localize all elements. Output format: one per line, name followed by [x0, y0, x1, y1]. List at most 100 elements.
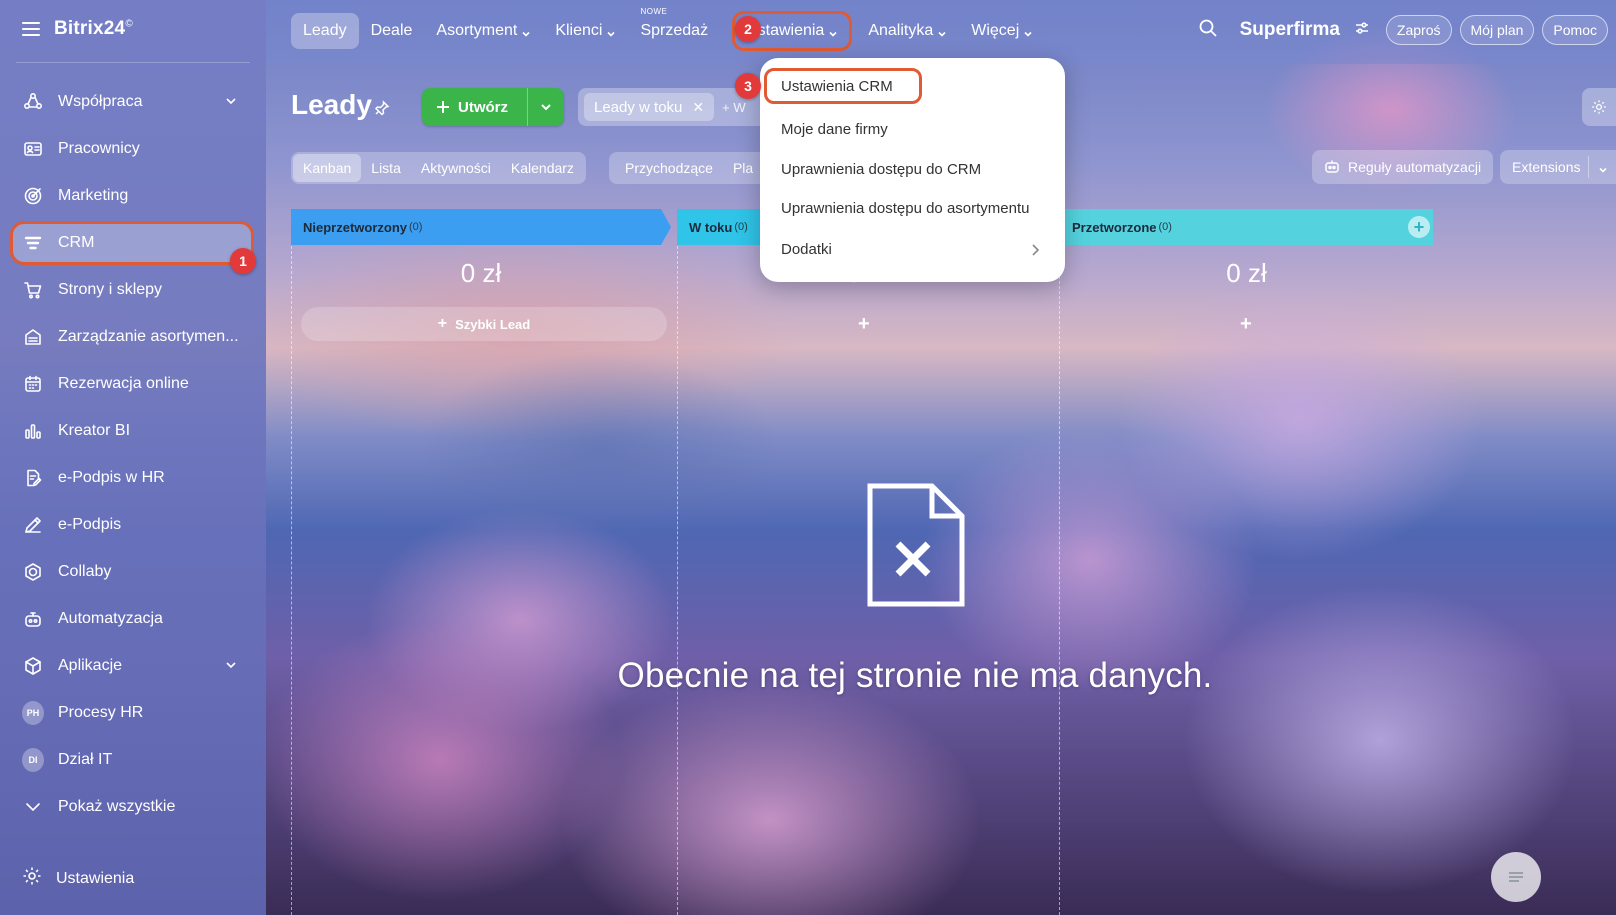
tab-analityka[interactable]: Analityka — [856, 13, 959, 49]
filter-chip[interactable]: Leady w toku ✕ — [584, 93, 715, 121]
empty-state-message: Obecnie na tej stronie nie ma danych. — [617, 656, 1213, 695]
theme-settings-icon[interactable] — [1354, 20, 1370, 41]
tab-leady[interactable]: Leady — [291, 13, 359, 49]
sidebar-item-collaby[interactable]: Collaby — [12, 552, 252, 592]
column-divider — [1059, 246, 1060, 915]
gear-icon — [22, 866, 42, 891]
extensions-button[interactable]: Extensions — [1500, 150, 1616, 184]
help-button[interactable]: Pomoc — [1542, 15, 1608, 45]
create-label: Utwórz — [458, 98, 508, 116]
menu-item-company-details[interactable]: Moje dane firmy — [760, 111, 1065, 147]
sidebar-item-asortyment[interactable]: Zarządzanie asortymen... — [12, 317, 252, 357]
sidebar-item-label: Kreator BI — [58, 422, 131, 439]
sidebar-item-automatyzacja[interactable]: Automatyzacja — [12, 599, 252, 639]
column-divider — [677, 246, 678, 915]
column-header-nieprzetworzony[interactable]: Nieprzetworzony (0) — [291, 209, 671, 245]
menu-icon[interactable] — [22, 22, 40, 36]
tab-sprzedaz[interactable]: NOWE Sprzedaż — [628, 7, 720, 49]
menu-item-crm-permissions[interactable]: Uprawnienia dostępu do CRM — [760, 151, 1065, 187]
new-tag: NOWE — [640, 7, 668, 16]
chevron-down-icon[interactable] — [224, 94, 238, 108]
invite-button[interactable]: Zaproś — [1385, 15, 1452, 45]
gear-icon[interactable] — [1582, 88, 1616, 126]
sidebar-item-pracownicy[interactable]: Pracownicy — [12, 129, 252, 169]
menu-item-addons[interactable]: Dodatki — [760, 231, 1065, 267]
filter-planned[interactable]: Pla — [723, 154, 763, 182]
sidebar-item-wspolpraca[interactable]: Współpraca — [12, 82, 252, 122]
crm-funnel-icon — [22, 232, 44, 254]
sidebar-item-label: Współpraca — [58, 93, 143, 110]
sidebar-item-epodpis[interactable]: e-Podpis — [12, 505, 252, 545]
sidebar-item-label: Aplikacje — [58, 657, 123, 674]
sidebar-item-kreator-bi[interactable]: Kreator BI — [12, 411, 252, 451]
logo[interactable]: Bitrix24© — [54, 18, 133, 40]
plus-icon — [437, 101, 449, 113]
close-icon[interactable]: ✕ — [692, 99, 704, 116]
divider — [16, 62, 250, 63]
menu-item-crm-settings[interactable]: Ustawienia CRM — [764, 68, 922, 104]
sidebar-item-label: Procesy HR — [58, 704, 144, 721]
view-aktywnosci[interactable]: Aktywności — [411, 154, 501, 182]
automation-label: Reguły automatyzacji — [1348, 159, 1482, 175]
document-sign-icon — [22, 467, 44, 489]
tab-wiecej[interactable]: Więcej — [959, 13, 1045, 49]
sidebar-item-aplikacje[interactable]: Aplikacje — [12, 646, 252, 686]
chevron-down-icon — [1023, 26, 1033, 37]
employees-icon — [22, 138, 44, 160]
add-item-button[interactable]: + — [1240, 313, 1252, 336]
quick-lead-button[interactable]: + Szybki Lead — [301, 307, 667, 341]
sidebar-item-strony[interactable]: Strony i sklepy — [12, 270, 252, 310]
view-kanban[interactable]: Kanban — [293, 154, 362, 182]
create-button[interactable]: Utwórz — [422, 88, 564, 126]
robot-icon — [1324, 158, 1340, 177]
chevron-down-icon[interactable] — [1598, 162, 1608, 178]
cube-icon — [22, 655, 44, 677]
search-icon[interactable] — [1198, 18, 1218, 43]
robot-icon — [22, 608, 44, 630]
sidebar-item-epodpis-hr[interactable]: e-Podpis w HR — [12, 458, 252, 498]
add-item-button[interactable]: + — [858, 313, 870, 336]
menu-item-inventory-permissions[interactable]: Uprawnienia dostępu do asortymentu — [760, 190, 1065, 226]
pin-icon[interactable] — [374, 100, 390, 121]
column-sum: 0 zł — [1226, 258, 1267, 288]
automation-rules-button[interactable]: Reguły automatyzacji — [1312, 150, 1494, 184]
my-plan-button[interactable]: Mój plan — [1459, 15, 1535, 45]
sidebar-settings[interactable]: Ustawienia — [22, 866, 134, 891]
sidebar-item-label: Strony i sklepy — [58, 281, 163, 298]
sidebar-item-dzial-it[interactable]: DI Dział IT — [12, 740, 252, 780]
logo-row: Bitrix24© — [22, 18, 133, 40]
sidebar-item-label: Dział IT — [58, 751, 113, 768]
column-sum: 0 zł — [460, 258, 502, 288]
view-lista[interactable]: Lista — [361, 154, 411, 182]
tab-deale[interactable]: Deale — [359, 13, 425, 49]
sidebar-item-crm[interactable]: CRM 1 — [10, 221, 256, 274]
column-header-przetworzone[interactable]: Przetworzone (0) — [1060, 209, 1433, 245]
view-kalendarz[interactable]: Kalendarz — [501, 154, 584, 182]
chat-button[interactable] — [1491, 852, 1541, 902]
sidebar-item-marketing[interactable]: Marketing — [12, 176, 252, 216]
chevron-down-icon[interactable] — [224, 658, 238, 672]
company-name[interactable]: Superfirma — [1240, 19, 1340, 41]
settings-dropdown-menu: Ustawienia CRM Moje dane firmy Uprawnien… — [760, 58, 1065, 282]
column-name: Nieprzetworzony — [303, 219, 408, 235]
sidebar-item-show-all[interactable]: Pokaż wszystkie — [12, 787, 252, 827]
chevron-down-icon — [828, 26, 838, 37]
column-count: (0) — [409, 221, 423, 233]
pen-icon — [22, 514, 44, 536]
add-column-button[interactable]: + — [1408, 216, 1430, 238]
filter-add[interactable]: + W — [722, 100, 745, 115]
filter-przychodzace[interactable]: Przychodzące — [615, 154, 723, 182]
tab-asortyment[interactable]: Asortyment — [424, 13, 543, 49]
sidebar-settings-label: Ustawienia — [56, 869, 135, 887]
chevron-down-icon — [521, 26, 531, 37]
chevron-down-icon[interactable] — [528, 101, 564, 113]
sidebar-item-label: e-Podpis — [58, 516, 122, 533]
quick-lead-label: Szybki Lead — [455, 316, 531, 332]
sidebar-item-label: e-Podpis w HR — [58, 469, 165, 486]
sidebar-item-rezerwacja[interactable]: Rezerwacja online — [12, 364, 252, 404]
sidebar-item-label: CRM — [58, 234, 95, 251]
sidebar-item-procesy-hr[interactable]: PH Procesy HR — [12, 693, 252, 733]
sidebar-item-label: Collaby — [58, 563, 112, 580]
tab-klienci[interactable]: Klienci — [543, 13, 628, 49]
create-main[interactable]: Utwórz — [422, 88, 528, 126]
